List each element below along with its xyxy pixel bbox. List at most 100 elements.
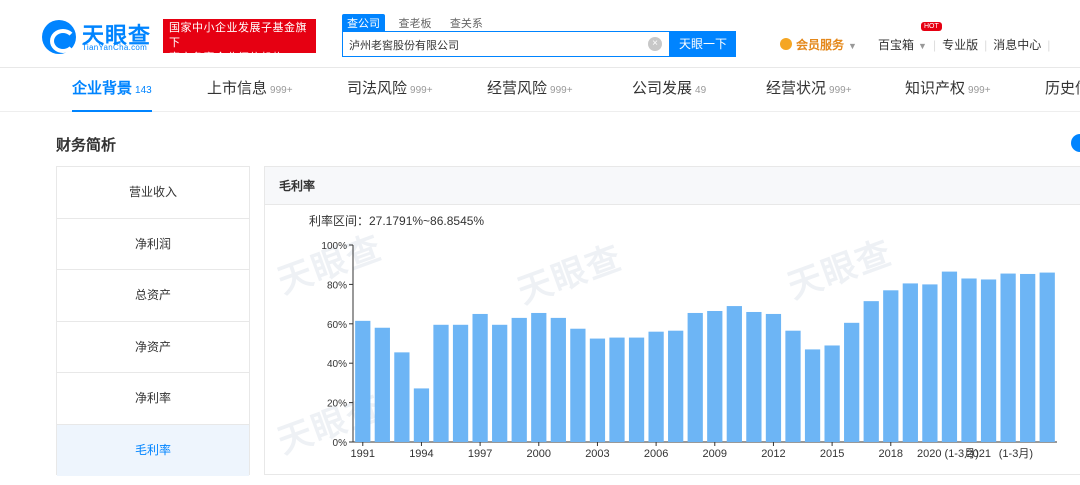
finance-side-menu: 营业收入 净利润 总资产 净资产 净利率 毛利率 (56, 166, 250, 476)
hot-badge: HOT (921, 22, 942, 31)
bar-2002 (570, 328, 586, 442)
bar-2018 (883, 290, 899, 442)
bar-1995 (433, 324, 449, 442)
bar-1993 (394, 352, 410, 442)
logo-subtext: TianYanCha.com (82, 43, 148, 52)
pro-link[interactable]: 专业版 (942, 38, 978, 52)
chart-panel: 毛利率 天眼查 天眼查 天眼查 天眼查 利率区间：27.1791%~86.854… (264, 166, 1080, 475)
x-tick-label: 2012 (761, 448, 785, 460)
tab-company-development[interactable]: 公司发展 49 (632, 68, 706, 112)
bar-2013 (785, 330, 801, 442)
x-tick-label: 2021 (967, 448, 991, 460)
bar-1996 (452, 324, 469, 442)
x-tick-label: 2006 (644, 448, 668, 460)
x-tick-label: 2018 (879, 448, 903, 460)
search-type-tabs: 查公司 查老板 查关系 (342, 14, 492, 32)
x-tick-label: 2000 (527, 448, 551, 460)
bar-2019 (902, 283, 918, 442)
bar-2015 (824, 345, 840, 442)
x-tick-label: 2003 (585, 448, 609, 460)
menu-gross-margin[interactable]: 毛利率 (57, 424, 249, 476)
clear-icon[interactable]: × (648, 37, 662, 51)
margin-range-text: 利率区间：27.1791%~86.8545% (309, 213, 484, 228)
chart-panel-title: 毛利率 (265, 167, 1080, 205)
x-tick-label: 1997 (468, 448, 492, 460)
bar-2010 (726, 306, 742, 442)
search-tab-boss[interactable]: 查老板 (393, 14, 436, 32)
tab-operating-risk[interactable]: 经营风险 999+ (487, 68, 573, 112)
x-tick-label: 2009 (703, 448, 727, 460)
official-badge: 国家中小企业发展子基金旗下 官方备案企业征信机构 (163, 19, 316, 64)
bar-2020 (922, 284, 938, 442)
bar-2016 (844, 322, 860, 442)
top-header: 天眼查 TianYanCha.com 国家中小企业发展子基金旗下 官方备案企业征… (0, 0, 1080, 68)
x-tick-label: (1-3月) (999, 448, 1033, 460)
bar-1991 (355, 320, 371, 442)
y-tick-label: 60% (327, 320, 347, 331)
tianyancha-logo[interactable]: 天眼查 TianYanCha.com (42, 20, 162, 54)
search-tab-company[interactable]: 查公司 (342, 14, 385, 32)
y-tick-label: 100% (321, 241, 347, 252)
gross-margin-chart: 利率区间：27.1791%~86.8545% 0% 20% 40% 60% 80% 100%… (309, 213, 1057, 460)
bar-2012 (765, 313, 782, 442)
tab-listing-info[interactable]: 上市信息 999+ (207, 68, 293, 112)
bar-1998 (492, 324, 508, 442)
menu-revenue[interactable]: 营业收入 (57, 167, 249, 219)
toolbox-link[interactable]: 百宝箱 (878, 38, 914, 52)
badge-line-2: 官方备案企业征信机构 (169, 52, 284, 64)
bar-2008 (687, 312, 703, 442)
bar-2021 (961, 278, 977, 442)
bar-2007 (668, 330, 684, 442)
menu-net-margin[interactable]: 净利率 (57, 373, 249, 425)
crown-icon (780, 38, 792, 50)
category-tabs: 企业背景 143 上市信息 999+ 司法风险 999+ 经营风险 999+ 公司发展 4… (0, 68, 1080, 112)
x-tick-label: 1991 (351, 448, 375, 460)
vip-service-menu[interactable]: 会员服务 ▼ (780, 36, 857, 53)
bar-1992 (374, 327, 390, 442)
logo-mark-icon (42, 20, 76, 54)
bar-2001 (550, 317, 566, 442)
badge-line-1: 国家中小企业发展子基金旗下 (169, 22, 307, 49)
header-links: 百宝箱 ▼ | 专业版 | 消息中心 | (878, 38, 1051, 52)
bar-2005 (628, 337, 645, 442)
tab-intellectual-property[interactable]: 知识产权 999+ (905, 68, 991, 112)
help-icon[interactable] (1071, 134, 1080, 152)
bar-2000 (531, 312, 547, 442)
bar-2006 (648, 331, 664, 442)
bar-2023 (1020, 273, 1036, 442)
bar-2003 (589, 338, 606, 442)
tab-enterprise-background[interactable]: 企业背景 143 (72, 68, 152, 112)
menu-net-profit[interactable]: 净利润 (57, 219, 249, 270)
tab-history[interactable]: 历史信 (1045, 68, 1080, 112)
bar-2022 (1000, 273, 1016, 442)
x-tick-label: 1994 (409, 448, 433, 460)
chevron-down-icon: ▼ (848, 41, 857, 51)
y-tick-label: 40% (327, 359, 347, 370)
menu-total-assets[interactable]: 总资产 (57, 270, 249, 322)
section-title: 财务简析 (56, 137, 117, 154)
search-button[interactable]: 天眼一下 (670, 31, 736, 57)
tab-judicial-risk[interactable]: 司法风险 999+ (347, 68, 433, 112)
bar-2011 (746, 311, 762, 442)
tab-business-status[interactable]: 经营状况 999+ (766, 68, 852, 112)
bar-1994 (413, 388, 430, 442)
bar-1999 (511, 317, 527, 442)
bar-2020 (1-3月) (941, 271, 958, 442)
bar-1997 (472, 313, 488, 442)
x-tick-label: 2015 (820, 448, 844, 460)
chevron-down-icon: ▼ (918, 41, 927, 51)
menu-net-assets[interactable]: 净资产 (57, 322, 249, 373)
y-tick-label: 80% (327, 280, 347, 291)
y-tick-label: 0% (333, 438, 348, 449)
bar-2021 (1-3月) (980, 279, 997, 442)
message-center-link[interactable]: 消息中心 (993, 38, 1041, 52)
search-tab-relation[interactable]: 查关系 (445, 14, 488, 32)
vip-label: 会员服务 (796, 38, 845, 52)
bar-35 (1039, 272, 1055, 442)
bar-2009 (707, 310, 723, 442)
y-tick-label: 20% (327, 399, 347, 410)
bar-2004 (609, 337, 625, 442)
search-input[interactable]: 泸州老窖股份有限公司 (342, 31, 670, 57)
bar-2017 (863, 301, 879, 442)
bar-2014 (804, 349, 821, 442)
